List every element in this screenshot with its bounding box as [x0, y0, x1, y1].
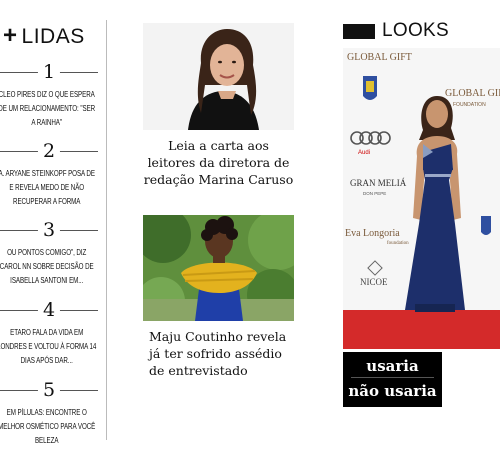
look-photo[interactable]: GLOBAL GIFT GLOBAL GIFT FOUNDATION Audi …: [343, 48, 500, 349]
plus-icon: +: [3, 22, 18, 49]
most-read-item-text[interactable]: OU PONTOS COMIGO", DIZ CAROL NN SOBRE DE…: [0, 246, 97, 288]
section-bar-icon: [343, 24, 375, 39]
svg-text:DON PEPE: DON PEPE: [363, 191, 386, 196]
most-read-item-1[interactable]: 1 CLEO PIRES DIZ O QUE ESPERA DE UM RELA…: [0, 61, 98, 130]
vote-would-wear-button[interactable]: usaria: [343, 356, 442, 377]
rank-number: 3: [37, 219, 61, 241]
article-photo[interactable]: [143, 23, 294, 130]
most-read-item-text[interactable]: EM PÍLULAS: ENCONTRE O MELHOR OSMÉTICO P…: [0, 406, 97, 448]
most-read-item-5[interactable]: 5 EM PÍLULAS: ENCONTRE O MELHOR OSMÉTICO…: [0, 379, 98, 448]
look-vote-panel: usaria não usaria: [343, 352, 442, 407]
vote-divider: [351, 377, 434, 378]
svg-text:NICOE: NICOE: [360, 277, 388, 287]
most-read-item-text[interactable]: ETARO FALA DA VIDA EM LONDRES E VOLTOU À…: [0, 326, 97, 368]
column-divider: [106, 20, 107, 440]
svg-text:GRAN MELIÁ: GRAN MELIÁ: [350, 178, 407, 188]
most-read-item-4[interactable]: 4 ETARO FALA DA VIDA EM LONDRES E VOLTOU…: [0, 299, 98, 368]
article-headline[interactable]: Leia a carta aos leitores da diretora de…: [143, 137, 294, 188]
rank-number: 1: [37, 61, 61, 83]
article-headline[interactable]: Maju Coutinho revela já ter sofrido assé…: [149, 328, 294, 379]
portrait-image: [143, 215, 294, 321]
backdrop-text: GLOBAL GIFT: [347, 52, 412, 63]
svg-text:foundation: foundation: [387, 241, 409, 246]
article-card-editor-letter[interactable]: Leia a carta aos leitores da diretora de…: [143, 23, 294, 188]
svg-text:GLOBAL GIFT: GLOBAL GIFT: [445, 88, 500, 99]
portrait-image: [143, 23, 294, 130]
article-photo[interactable]: [143, 215, 294, 321]
looks-title: LOOKS: [382, 20, 449, 41]
most-read-section: + LIDAS 1 CLEO PIRES DIZ O QUE ESPERA DE …: [0, 0, 105, 466]
article-card-maju[interactable]: Maju Coutinho revela já ter sofrido assé…: [143, 215, 294, 379]
svg-text:Eva Longoria: Eva Longoria: [345, 228, 400, 239]
rank-number: 2: [37, 140, 61, 162]
most-read-item-text[interactable]: A. ARYANE STEINKOPF POSA DE E REVELA MED…: [0, 167, 97, 209]
most-read-item-2[interactable]: 2 A. ARYANE STEINKOPF POSA DE E REVELA M…: [0, 140, 98, 209]
rank-number: 4: [37, 299, 61, 321]
looks-section: LOOKS GLOBAL GIFT GLOBAL GIFT FOUNDATION…: [343, 0, 500, 466]
svg-text:FOUNDATION: FOUNDATION: [453, 102, 486, 108]
most-read-title: + LIDAS: [3, 22, 85, 49]
rank-number: 5: [37, 379, 61, 401]
svg-text:Audi: Audi: [358, 150, 370, 156]
vote-would-not-wear-button[interactable]: não usaria: [343, 381, 442, 402]
red-carpet-image: GLOBAL GIFT GLOBAL GIFT FOUNDATION Audi …: [343, 48, 500, 349]
most-read-item-text[interactable]: CLEO PIRES DIZ O QUE ESPERA DE UM RELACI…: [0, 88, 97, 130]
most-read-item-3[interactable]: 3 OU PONTOS COMIGO", DIZ CAROL NN SOBRE …: [0, 219, 98, 288]
